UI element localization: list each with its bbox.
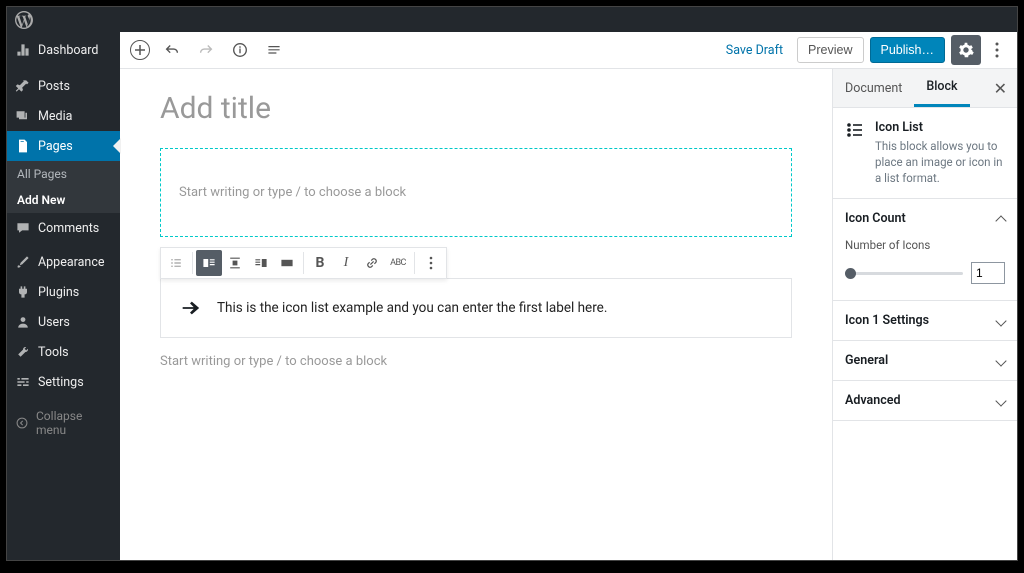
icon-list-label[interactable]: This is the icon list example and you ca… xyxy=(217,300,607,316)
sidebar-item-comments[interactable]: Comments xyxy=(7,213,120,243)
block-info-title: Icon List xyxy=(875,120,1005,135)
slider-thumb[interactable] xyxy=(845,268,856,279)
block-info-description: This block allows you to place an image … xyxy=(875,138,1005,186)
page-icon xyxy=(15,138,31,154)
tab-block[interactable]: Block xyxy=(914,69,969,107)
link-button[interactable] xyxy=(359,250,385,276)
editor-canvas: Add title Start writing or type / to cho… xyxy=(120,69,832,560)
panel-header-icon-count[interactable]: Icon Count xyxy=(833,199,1017,238)
save-draft-button[interactable]: Save Draft xyxy=(718,43,791,58)
list-icon xyxy=(845,120,865,140)
plug-icon xyxy=(15,284,31,300)
icon-count-label: Number of Icons xyxy=(845,238,1005,252)
bold-button[interactable]: B xyxy=(307,250,333,276)
panel-icon-count: Icon Count Number of Icons xyxy=(833,199,1017,301)
inspector-tabs: Document Block ✕ xyxy=(833,69,1017,108)
preview-button[interactable]: Preview xyxy=(797,37,863,63)
block-info: Icon List This block allows you to place… xyxy=(833,108,1017,199)
panel-header-advanced[interactable]: Advanced xyxy=(833,381,1017,420)
close-inspector-button[interactable]: ✕ xyxy=(984,79,1017,98)
current-indicator-icon xyxy=(113,138,121,154)
align-center-button[interactable] xyxy=(222,250,248,276)
dashboard-icon xyxy=(15,42,31,58)
sidebar-item-dashboard[interactable]: Dashboard xyxy=(7,32,120,65)
sidebar-item-users[interactable]: Users xyxy=(7,307,120,337)
sidebar-item-label: Appearance xyxy=(38,255,105,270)
default-block-appender[interactable]: Start writing or type / to choose a bloc… xyxy=(160,354,792,369)
post-title-input[interactable]: Add title xyxy=(160,91,792,126)
more-options-button[interactable] xyxy=(987,42,1007,58)
editor-topbar: Save Draft Preview Publish… xyxy=(120,32,1017,69)
chevron-up-icon xyxy=(995,215,1006,226)
icon-count-input[interactable] xyxy=(971,262,1005,284)
sidebar-item-label: Plugins xyxy=(38,285,79,300)
info-button[interactable] xyxy=(228,38,252,62)
sidebar-item-media[interactable]: Media xyxy=(7,101,120,131)
outline-button[interactable] xyxy=(262,38,286,62)
sidebar-item-label: Pages xyxy=(38,139,73,154)
admin-sidebar: Dashboard Posts Media Pages All Pages Ad… xyxy=(7,32,120,560)
block-toolbar: B I ABC xyxy=(160,247,447,279)
inspector-sidebar: Document Block ✕ Icon List This block al… xyxy=(832,69,1017,560)
sidebar-item-pages[interactable]: Pages xyxy=(7,131,120,161)
wrench-icon xyxy=(15,344,31,360)
publish-button[interactable]: Publish… xyxy=(870,37,946,63)
settings-button[interactable] xyxy=(951,35,981,65)
panel-title: Icon Count xyxy=(845,211,906,226)
sidebar-item-label: Posts xyxy=(38,79,70,94)
sidebar-item-tools[interactable]: Tools xyxy=(7,337,120,367)
collapse-label: Collapse menu xyxy=(36,409,112,437)
block-type-button[interactable] xyxy=(163,250,189,276)
sidebar-item-label: Users xyxy=(38,315,70,330)
sidebar-subitem-all-pages[interactable]: All Pages xyxy=(7,161,120,187)
wordpress-logo-icon[interactable] xyxy=(15,11,33,29)
pin-icon xyxy=(15,78,31,94)
brush-icon xyxy=(15,254,31,270)
block-editor: Save Draft Preview Publish… Add title St… xyxy=(120,32,1017,560)
sidebar-item-label: Media xyxy=(38,109,72,124)
panel-header-icon-1[interactable]: Icon 1 Settings xyxy=(833,301,1017,340)
panel-header-general[interactable]: General xyxy=(833,341,1017,380)
block-more-button[interactable] xyxy=(418,250,444,276)
sidebar-item-settings[interactable]: Settings xyxy=(7,367,120,397)
strikethrough-button[interactable]: ABC xyxy=(385,250,411,276)
panel-title: Advanced xyxy=(845,393,901,408)
user-icon xyxy=(15,314,31,330)
sidebar-item-posts[interactable]: Posts xyxy=(7,71,120,101)
panel-advanced: Advanced xyxy=(833,381,1017,421)
arrow-right-icon xyxy=(179,297,201,319)
panel-icon-1-settings: Icon 1 Settings xyxy=(833,301,1017,341)
chevron-down-icon xyxy=(995,315,1006,326)
add-block-button[interactable] xyxy=(130,40,150,60)
sliders-icon xyxy=(15,374,31,390)
media-icon xyxy=(15,108,31,124)
collapse-icon xyxy=(15,416,29,430)
panel-title: Icon 1 Settings xyxy=(845,313,929,328)
icon-count-slider[interactable] xyxy=(845,272,963,275)
chevron-down-icon xyxy=(995,355,1006,366)
sidebar-item-label: Comments xyxy=(38,221,99,236)
undo-button[interactable] xyxy=(160,38,184,62)
icon-list-block[interactable]: This is the icon list example and you ca… xyxy=(160,278,792,338)
redo-button[interactable] xyxy=(194,38,218,62)
tab-document[interactable]: Document xyxy=(833,71,914,106)
align-left-button[interactable] xyxy=(196,250,222,276)
sidebar-item-appearance[interactable]: Appearance xyxy=(7,247,120,277)
align-right-button[interactable] xyxy=(248,250,274,276)
chevron-down-icon xyxy=(995,395,1006,406)
comment-icon xyxy=(15,220,31,236)
sidebar-item-label: Dashboard xyxy=(38,43,98,58)
align-wide-button[interactable] xyxy=(274,250,300,276)
admin-bar xyxy=(7,7,1017,32)
sidebar-subitem-add-new[interactable]: Add New xyxy=(7,187,120,213)
sidebar-item-label: Tools xyxy=(38,345,69,360)
selected-empty-block[interactable]: Start writing or type / to choose a bloc… xyxy=(160,148,792,237)
sidebar-item-label: Settings xyxy=(38,375,84,390)
block-placeholder-text: Start writing or type / to choose a bloc… xyxy=(179,185,773,200)
italic-button[interactable]: I xyxy=(333,250,359,276)
sidebar-item-plugins[interactable]: Plugins xyxy=(7,277,120,307)
collapse-menu-button[interactable]: Collapse menu xyxy=(7,401,120,445)
panel-general: General xyxy=(833,341,1017,381)
panel-title: General xyxy=(845,353,888,368)
